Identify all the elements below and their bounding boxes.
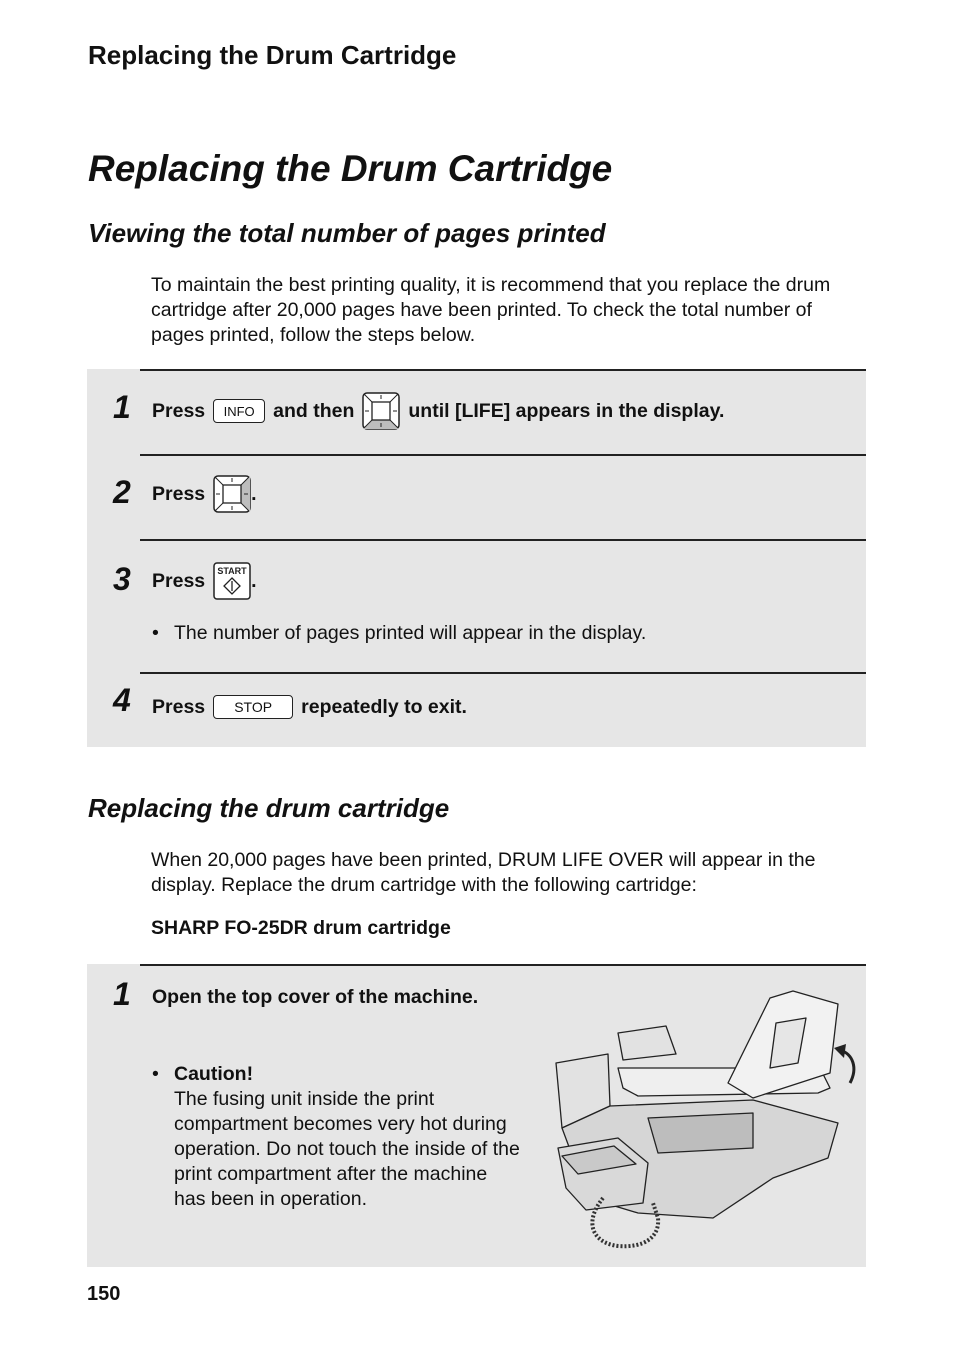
note-text: The number of pages printed will appear … [174,622,647,644]
section-heading-viewing-pages: Viewing the total number of pages printe… [88,218,606,248]
section2-intro: When 20,000 pages have been printed, DRU… [151,849,816,896]
caution-line: compartment becomes very hot during [174,1113,507,1135]
caution-note: • Caution! The fusing unit inside the pr… [152,1062,520,1212]
info-key: INFO [213,399,266,423]
divider [140,964,866,966]
step-tail: repeatedly to exit. [301,695,467,718]
steps-panel-pages-printed: 1 Press INFO and then until [LIFE] appea… [87,369,866,747]
step-1: 1 Press INFO and then until [LIFE] appea… [87,369,866,454]
press-label: Press [152,482,206,505]
press-label: Press [152,569,206,592]
caution-line: print compartment after the machine [174,1163,488,1185]
step-4: 4 Press STOP repeatedly to exit. [87,672,866,747]
step-text: Open the top cover of the machine. [152,986,479,1008]
bullet-icon: • [152,622,159,644]
step-3: 3 Press START . • The number of pages pr… [87,539,866,672]
step-3-note: • The number of pages printed will appea… [152,622,646,645]
step-text: Press . [152,475,257,513]
step-number: 1 [113,389,131,425]
step-text: Press START . [152,562,257,600]
start-key-icon: START [213,562,251,600]
section-heading-replacing: Replacing the drum cartridge [88,793,450,823]
caution-block: Caution! The fusing unit inside the prin… [174,1062,520,1212]
down-arrow-key-icon [362,392,401,430]
right-arrow-key-icon [213,475,251,513]
caution-line: has been in operation. [174,1188,367,1210]
step-tail: . [251,569,257,592]
press-label: Press [152,695,206,718]
caution-line: operation. Do not touch the inside of th… [174,1138,520,1160]
caution-title: Caution! [174,1063,254,1085]
step-number: 2 [113,474,131,510]
fax-machine-open-cover-illustration [555,990,856,1249]
section1-intro: To maintain the best printing quality, i… [151,274,831,346]
bullet-icon: • [152,1063,159,1085]
page-number: 150 [87,1283,121,1305]
step-tail: . [251,482,257,505]
step-number: 1 [113,976,131,1012]
step-number: 4 [113,682,131,718]
step-number: 3 [113,561,131,597]
running-head: Replacing the Drum Cartridge [88,40,457,70]
step-tail: until [LIFE] appears in the display. [408,399,725,422]
step-text: Press INFO and then until [LIFE] appears… [152,392,724,430]
page-title: Replacing the Drum Cartridge [88,148,613,189]
step-2: 2 Press . [87,454,866,539]
stop-key: STOP [213,695,294,719]
cartridge-model: SHARP FO-25DR drum cartridge [151,917,451,939]
svg-text:START: START [217,566,247,576]
step-text: Press STOP repeatedly to exit. [152,695,467,719]
caution-line: The fusing unit inside the print [174,1088,435,1110]
and-then-label: and then [273,399,355,422]
press-label: Press [152,399,206,422]
